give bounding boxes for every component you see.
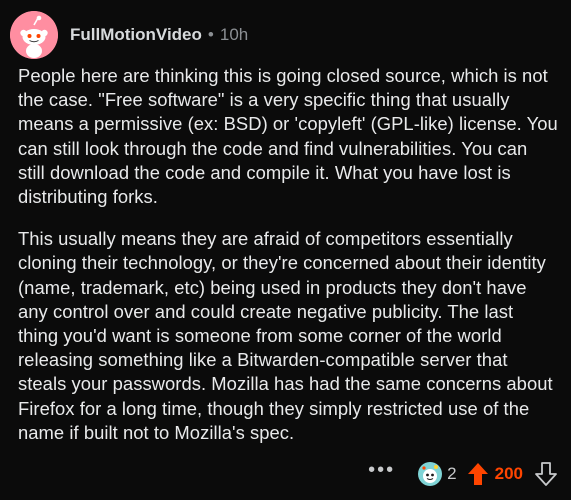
- vote-score: 200: [494, 464, 523, 483]
- comment-card: FullMotionVideo • 10h People here are th…: [0, 0, 571, 500]
- more-options-button[interactable]: •••: [368, 459, 395, 482]
- snoo-avatar-icon: [10, 11, 58, 59]
- award-button[interactable]: 2: [417, 461, 457, 487]
- timestamp: 10h: [219, 25, 249, 44]
- meta-separator: •: [207, 25, 214, 44]
- username-link[interactable]: FullMotionVideo: [70, 25, 202, 45]
- comment-header: FullMotionVideo • 10h: [10, 10, 248, 60]
- comment-body: People here are thinking this is going c…: [18, 64, 558, 463]
- comment-meta: FullMotionVideo • 10h: [70, 25, 248, 45]
- comment-actions: ••• 2 200: [368, 459, 557, 488]
- upvote-arrow-icon[interactable]: [467, 462, 489, 486]
- comment-paragraph-1: People here are thinking this is going c…: [18, 65, 558, 208]
- award-snoo-icon: [418, 462, 443, 486]
- comment-paragraph-2: This usually means they are afraid of co…: [18, 228, 553, 443]
- award-count: 2: [447, 464, 457, 483]
- downvote-arrow-icon[interactable]: [535, 462, 557, 486]
- user-avatar[interactable]: [10, 11, 58, 59]
